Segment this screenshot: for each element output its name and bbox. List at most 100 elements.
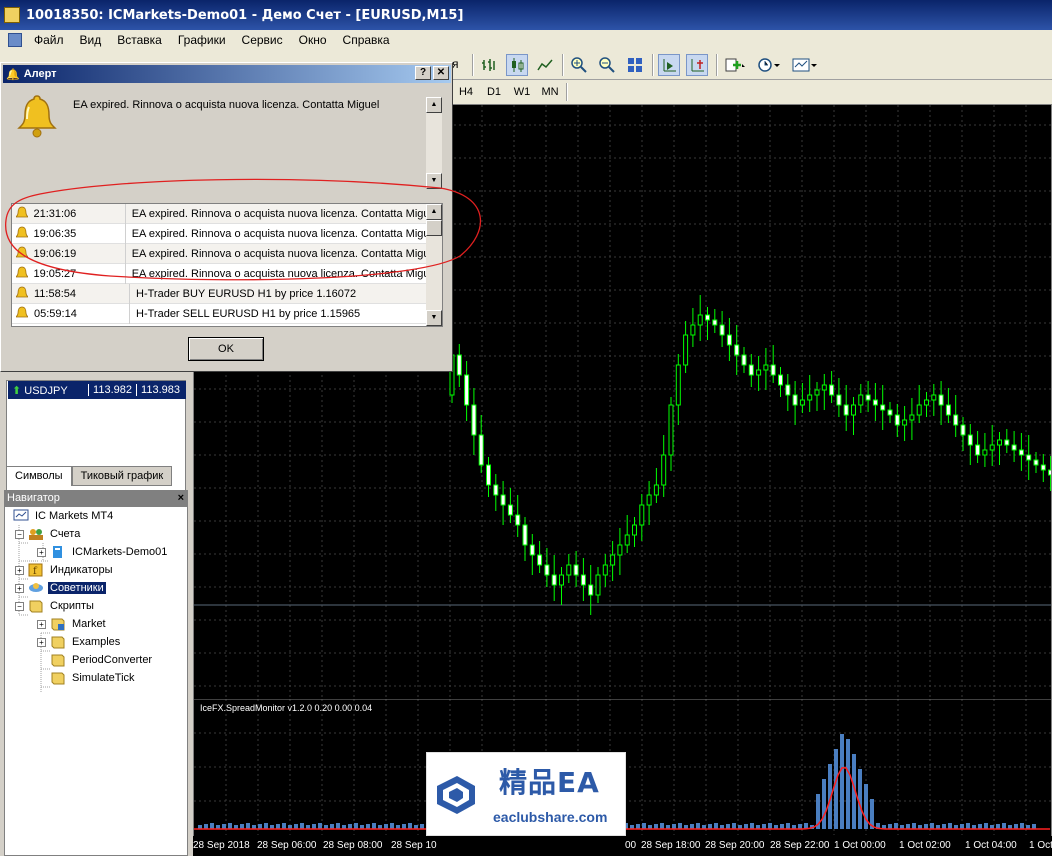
scroll-up-icon[interactable]: ▲ bbox=[426, 204, 442, 220]
zoom-in-icon[interactable] bbox=[568, 54, 590, 76]
list-item[interactable]: 19:06:19 EA expired. Rinnova o acquista … bbox=[12, 243, 426, 264]
time-axis-label: 28 Sep 2018 bbox=[193, 840, 250, 851]
tree-periodconverter[interactable]: PeriodConverter bbox=[50, 651, 154, 669]
tree-simulatetick[interactable]: SimulateTick bbox=[50, 669, 137, 687]
close-button[interactable]: ✕ bbox=[433, 66, 449, 80]
toolbar-separator bbox=[716, 54, 718, 76]
timeframe-mn[interactable]: MN bbox=[536, 86, 564, 98]
watermark-text: 精品EA bbox=[485, 761, 600, 801]
zoom-out-icon[interactable] bbox=[596, 54, 618, 76]
candle-body bbox=[464, 374, 470, 406]
message-scrollbar[interactable]: ▲ ▼ bbox=[426, 97, 442, 189]
candle-body bbox=[851, 404, 856, 416]
tree-scripts[interactable]: − Скрипты bbox=[15, 597, 96, 615]
list-item[interactable]: 11:58:54 H-Trader BUY EURUSD H1 by price… bbox=[12, 283, 426, 304]
candle-body bbox=[566, 564, 572, 576]
tree-market[interactable]: + Market bbox=[37, 615, 108, 633]
scroll-down-icon[interactable]: ▼ bbox=[426, 173, 442, 189]
list-scrollbar[interactable]: ▲ ▼ bbox=[426, 204, 442, 326]
navigator-close-button[interactable]: × bbox=[178, 492, 188, 504]
collapse-icon[interactable]: − bbox=[15, 529, 24, 539]
timeframe-d1[interactable]: D1 bbox=[480, 86, 508, 98]
tree-examples[interactable]: + Examples bbox=[37, 633, 122, 651]
candle-body bbox=[668, 404, 674, 456]
candle-chart-icon[interactable] bbox=[506, 54, 528, 76]
expand-icon[interactable]: + bbox=[37, 619, 46, 629]
scroll-down-icon[interactable]: ▼ bbox=[426, 310, 442, 326]
collapse-icon[interactable]: − bbox=[15, 601, 24, 611]
tile-windows-icon[interactable] bbox=[624, 54, 646, 76]
spread-bar bbox=[408, 823, 412, 829]
spread-bar bbox=[642, 823, 646, 829]
alert-message: EA expired. Rinnova o acquista nuova lic… bbox=[73, 99, 380, 111]
expand-icon[interactable]: + bbox=[37, 637, 46, 647]
candle-body bbox=[632, 524, 637, 536]
list-item[interactable]: 19:06:35 EA expired. Rinnova o acquista … bbox=[12, 223, 426, 244]
spread-bar bbox=[660, 823, 664, 829]
spread-bar bbox=[930, 823, 934, 829]
list-item[interactable]: 05:59:14 H-Trader SELL EURUSD H1 by pric… bbox=[12, 303, 426, 324]
expand-icon[interactable]: + bbox=[15, 565, 24, 575]
candle-body bbox=[763, 364, 769, 371]
menu-file[interactable]: Файл bbox=[26, 33, 72, 47]
candle-body bbox=[880, 404, 886, 411]
bar-chart-icon[interactable] bbox=[478, 54, 500, 76]
menu-tools[interactable]: Сервис bbox=[234, 33, 291, 47]
tree-accounts[interactable]: − Счета bbox=[15, 525, 82, 543]
candle-body bbox=[705, 314, 710, 321]
market-icon bbox=[50, 617, 66, 631]
tree-account-demo[interactable]: + ICMarkets-Demo01 bbox=[37, 543, 169, 561]
candle-body bbox=[610, 554, 616, 566]
timeframe-h4[interactable]: H4 bbox=[452, 86, 480, 98]
list-item[interactable]: 21:31:06 EA expired. Rinnova o acquista … bbox=[12, 204, 426, 224]
candle-body bbox=[858, 394, 864, 406]
time-axis-label: 28 Sep 22:00 bbox=[770, 840, 830, 851]
time-axis-label: 28 Sep 08:00 bbox=[323, 840, 383, 851]
tree-label-examples: Examples bbox=[72, 636, 121, 648]
candle-body bbox=[1033, 459, 1039, 466]
tab-symbols[interactable]: Символы bbox=[6, 466, 72, 486]
candle-body bbox=[924, 399, 929, 406]
scroll-up-icon[interactable]: ▲ bbox=[426, 97, 442, 113]
menu-help[interactable]: Справка bbox=[335, 33, 398, 47]
candle-body bbox=[1026, 454, 1032, 461]
spread-bar bbox=[732, 823, 736, 829]
line-chart-icon[interactable] bbox=[534, 54, 556, 76]
chart-shift-icon[interactable] bbox=[658, 54, 680, 76]
candle-body bbox=[1040, 464, 1046, 471]
spread-bar bbox=[264, 823, 268, 829]
candle-body bbox=[770, 364, 776, 376]
clock-icon[interactable] bbox=[754, 54, 784, 76]
candle-body bbox=[1048, 469, 1051, 476]
time-axis-label: 00 bbox=[625, 840, 637, 851]
candle-body bbox=[719, 324, 725, 336]
toolbar-separator bbox=[566, 83, 568, 101]
candle-body bbox=[960, 424, 966, 436]
candle-body bbox=[902, 419, 908, 426]
candle-body bbox=[471, 404, 477, 436]
menu-view[interactable]: Вид bbox=[72, 33, 110, 47]
spread-bar bbox=[210, 823, 214, 829]
bid-value: 113.982 bbox=[88, 384, 136, 396]
expand-icon[interactable]: + bbox=[37, 547, 46, 557]
list-item[interactable]: 19:05:27 EA expired. Rinnova o acquista … bbox=[12, 263, 426, 284]
candle-body bbox=[975, 444, 981, 456]
spread-bar bbox=[714, 823, 718, 829]
timeframe-w1[interactable]: W1 bbox=[508, 86, 536, 98]
tab-tick-chart[interactable]: Тиковый график bbox=[71, 466, 173, 486]
menu-insert[interactable]: Вставка bbox=[109, 33, 170, 47]
templates-icon[interactable] bbox=[790, 54, 820, 76]
tree-root[interactable]: IC Markets MT4 bbox=[13, 507, 115, 525]
tree-indicators[interactable]: + f Индикаторы bbox=[15, 561, 115, 579]
autoscroll-icon[interactable] bbox=[686, 54, 708, 76]
ok-button[interactable]: OK bbox=[188, 337, 264, 361]
scroll-thumb[interactable] bbox=[426, 220, 442, 236]
mdi-window-icon[interactable] bbox=[8, 33, 22, 47]
expand-icon[interactable]: + bbox=[15, 583, 24, 593]
market-watch-row[interactable]: ⬆ USDJPY 113.982 113.983 bbox=[8, 381, 186, 399]
indicators-icon[interactable] bbox=[722, 54, 750, 76]
menu-charts[interactable]: Графики bbox=[170, 33, 234, 47]
menu-window[interactable]: Окно bbox=[291, 33, 335, 47]
help-button[interactable]: ? bbox=[415, 66, 431, 80]
tree-experts[interactable]: + Советники bbox=[15, 579, 106, 597]
